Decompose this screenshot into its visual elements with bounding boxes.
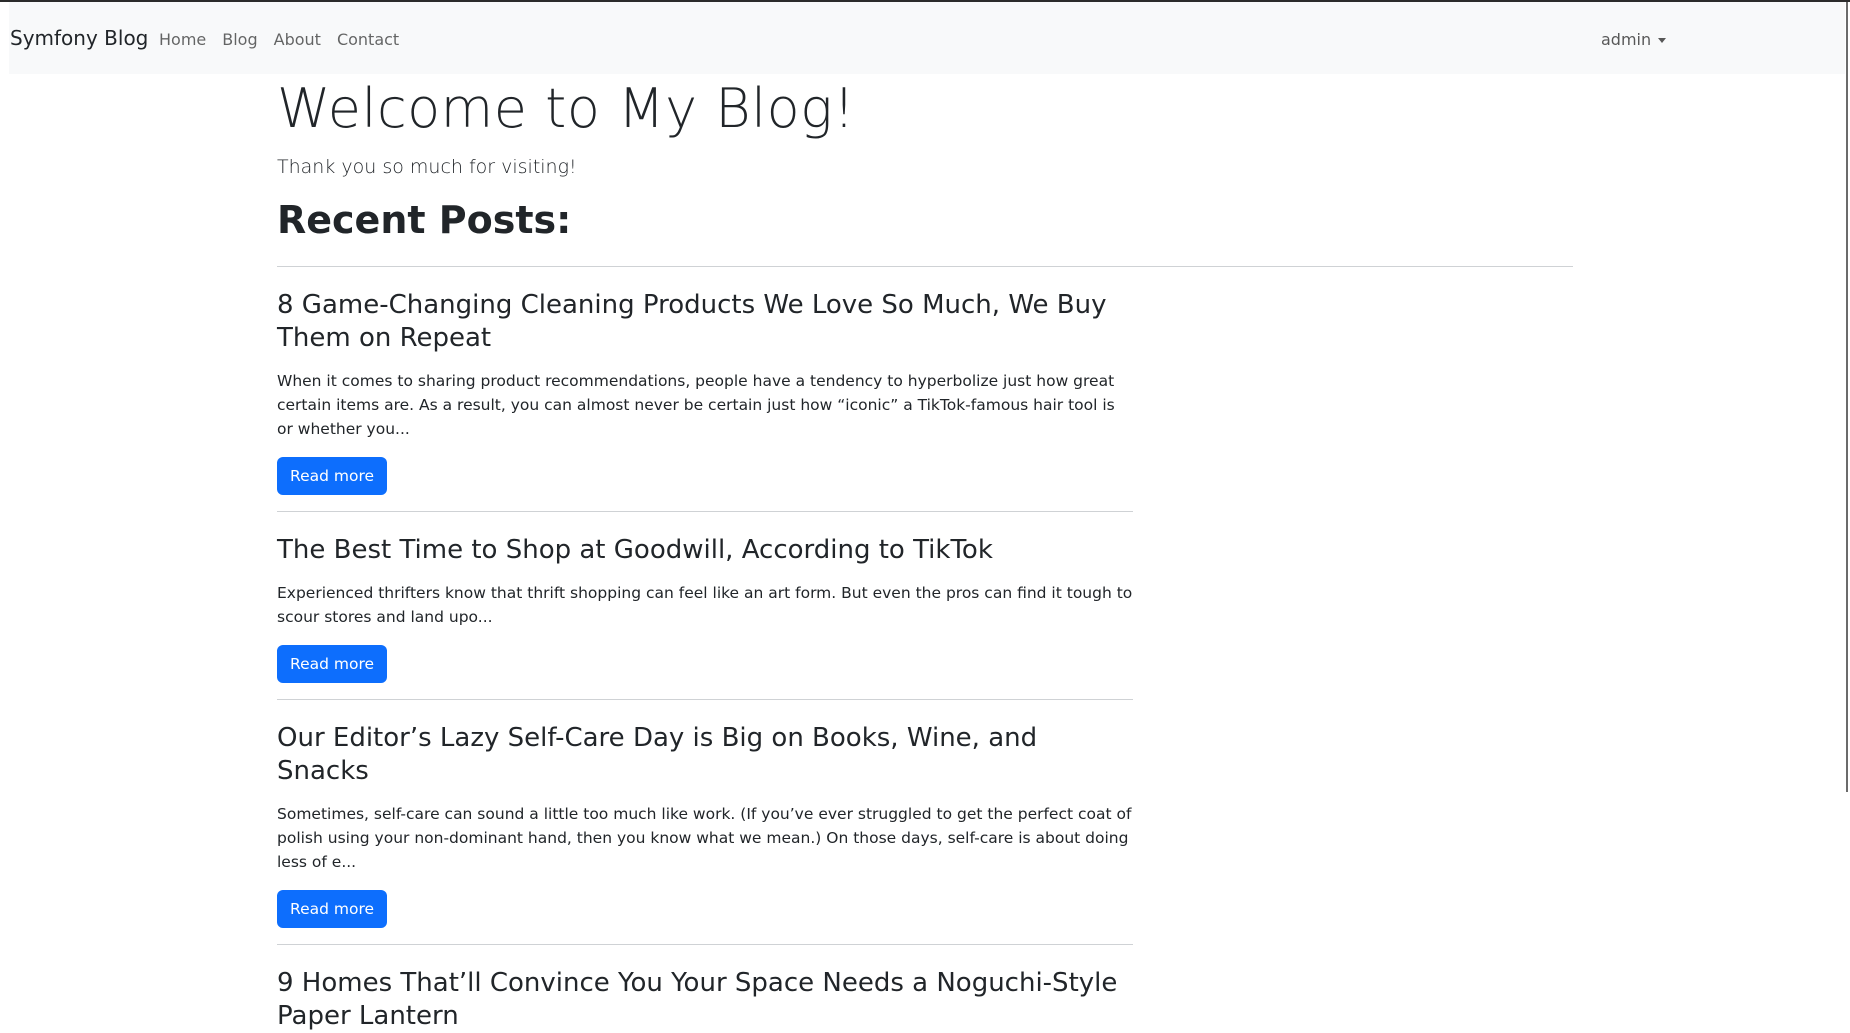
user-dropdown-toggle[interactable]: admin xyxy=(1601,30,1667,49)
post-title: Our Editor’s Lazy Self-Care Day is Big o… xyxy=(277,723,1038,786)
nav-link-contact[interactable]: Contact xyxy=(337,30,399,49)
post-title: 8 Game-Changing Cleaning Products We Lov… xyxy=(277,290,1107,353)
brand-link[interactable]: Symfony Blog xyxy=(10,26,148,50)
nav-link-about[interactable]: About xyxy=(274,30,321,49)
nav-link-blog[interactable]: Blog xyxy=(222,30,257,49)
lead-text: Thank you so much for visiting! xyxy=(277,156,577,178)
read-more-button[interactable]: Read more xyxy=(277,645,388,683)
post-title: The Best Time to Shop at Goodwill, Accor… xyxy=(277,535,993,565)
main-content: Welcome to My Blog! Thank you so much fo… xyxy=(277,74,1573,1033)
post-title: 9 Homes That’ll Convince You Your Space … xyxy=(277,968,1118,1031)
post-list: 8 Game-Changing Cleaning Products We Lov… xyxy=(277,267,1133,1033)
read-more-button[interactable]: Read more xyxy=(277,457,388,495)
post-item: Our Editor’s Lazy Self-Care Day is Big o… xyxy=(277,700,1133,945)
post-excerpt: When it comes to sharing product recomme… xyxy=(277,372,1115,438)
nav-links: Home Blog About Contact xyxy=(159,30,415,49)
post-item: 8 Game-Changing Cleaning Products We Lov… xyxy=(277,267,1133,512)
caret-down-icon xyxy=(1658,38,1667,43)
nav-link-home[interactable]: Home xyxy=(159,30,206,49)
post-excerpt: Experienced thrifters know that thrift s… xyxy=(277,584,1133,626)
post-item: The Best Time to Shop at Goodwill, Accor… xyxy=(277,512,1133,700)
recent-posts-heading: Recent Posts: xyxy=(277,198,572,242)
user-name: admin xyxy=(1601,30,1652,49)
scrollbar-thumb[interactable] xyxy=(1846,2,1848,792)
navbar: Symfony Blog Home Blog About Contact adm… xyxy=(9,2,1845,74)
page-title: Welcome to My Blog! xyxy=(277,77,856,140)
post-item: 9 Homes That’ll Convince You Your Space … xyxy=(277,945,1133,1033)
post-excerpt: Sometimes, self-care can sound a little … xyxy=(277,805,1132,871)
read-more-button[interactable]: Read more xyxy=(277,890,388,928)
